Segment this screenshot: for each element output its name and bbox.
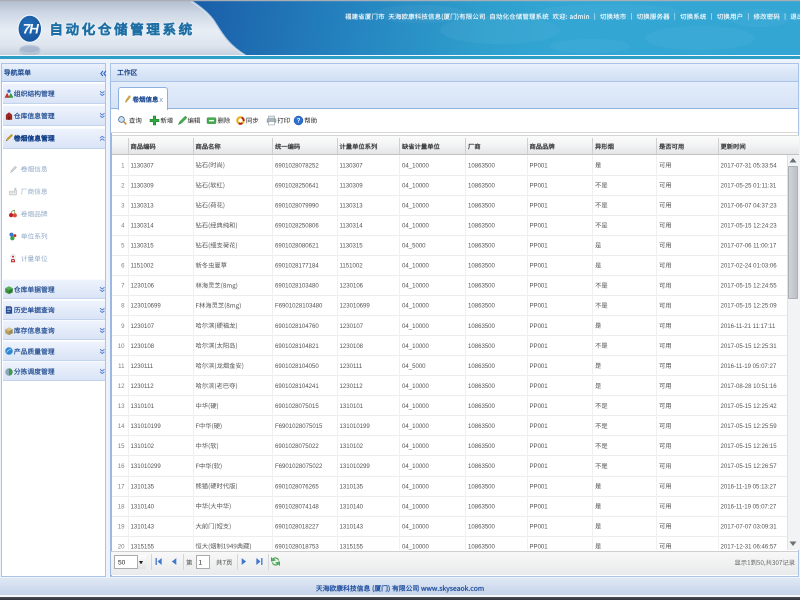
svg-text:7H: 7H (23, 22, 39, 37)
svg-text:?: ? (297, 117, 301, 124)
